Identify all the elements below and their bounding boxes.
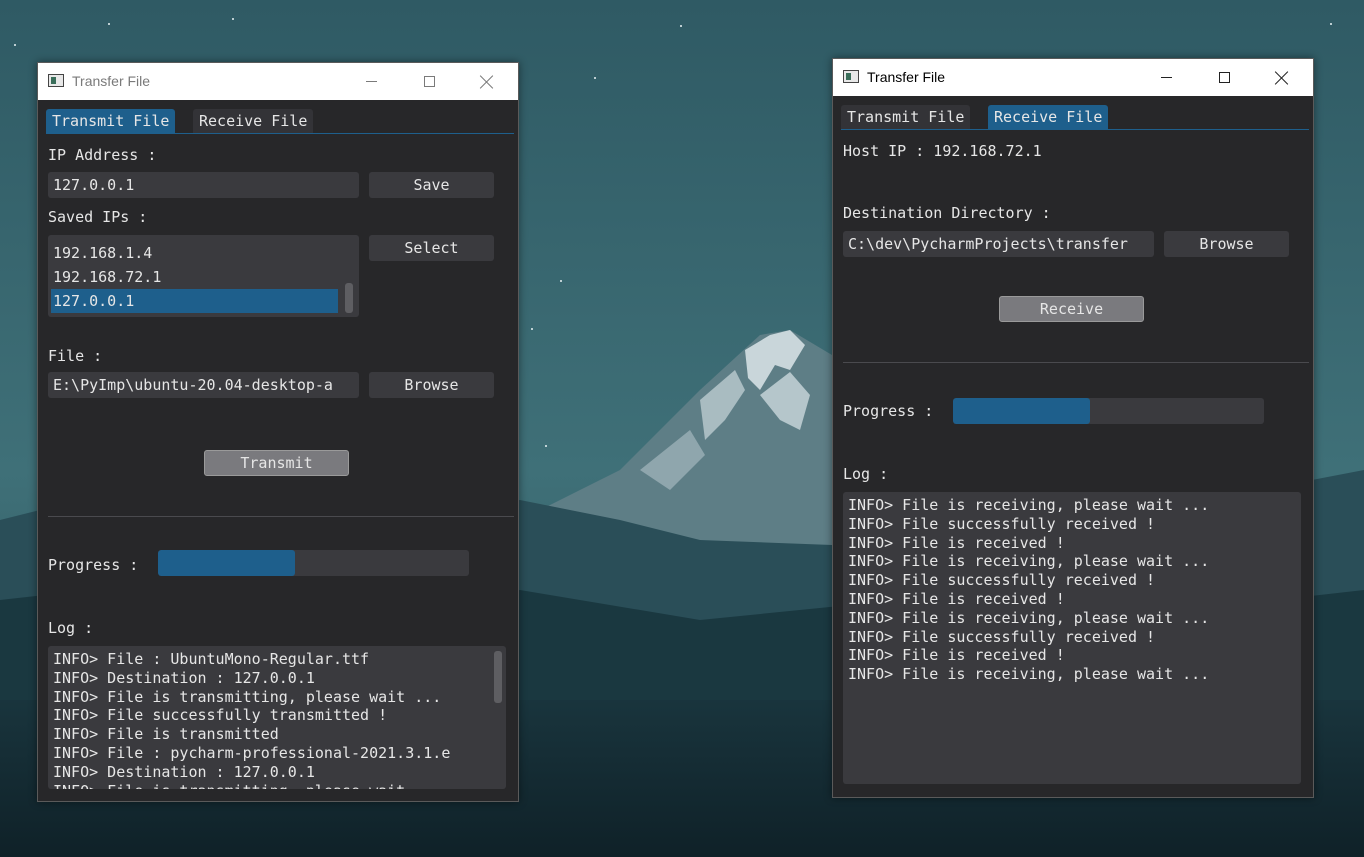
tab-receive-file[interactable]: Receive File: [193, 109, 314, 133]
destination-directory-label: Destination Directory :: [843, 204, 1051, 222]
progress-fill: [953, 398, 1090, 424]
list-item-selected[interactable]: 127.0.0.1: [51, 289, 338, 313]
file-path-input[interactable]: E:\PyImp\ubuntu-20.04-desktop-a: [48, 372, 359, 398]
maximize-button[interactable]: [400, 63, 458, 100]
log-line: INFO> File is transmitting, please wait …: [53, 687, 442, 706]
star: [680, 25, 682, 27]
separator: [843, 362, 1309, 363]
transmit-window: Transfer File Transmit File Receive File…: [37, 62, 519, 802]
log-line: INFO> File : pycharm-professional-2021.3…: [53, 743, 451, 762]
star: [232, 18, 234, 20]
log-line: INFO> File successfully received !: [848, 627, 1156, 646]
log-line: INFO> File is receiving, please wait ...: [848, 608, 1210, 627]
log-line: INFO> File successfully transmitted !: [53, 706, 388, 725]
progress-label: Progress :: [843, 402, 934, 420]
saved-ips-list[interactable]: 192.168.1.4 192.168.72.1 127.0.0.1: [48, 235, 359, 317]
progress-bar: [158, 550, 469, 576]
list-scrollbar[interactable]: [345, 283, 353, 313]
ip-address-label: IP Address :: [48, 146, 157, 164]
host-ip-text: Host IP : 192.168.72.1: [843, 142, 1042, 160]
log-line: INFO> File successfully received !: [848, 514, 1156, 533]
list-item[interactable]: 192.168.72.1: [51, 265, 338, 289]
log-label: Log :: [48, 619, 94, 637]
log-line: INFO> File is receiving, please wait ...: [848, 665, 1210, 684]
window-content: Transmit File Receive File Host IP : 192…: [833, 96, 1313, 797]
log-line: INFO> Destination : 127.0.0.1: [53, 668, 315, 687]
receive-button[interactable]: Receive: [999, 296, 1144, 322]
window-title: Transfer File: [72, 73, 151, 89]
log-output[interactable]: INFO> File is receiving, please wait ...…: [843, 492, 1301, 784]
star: [1330, 23, 1332, 25]
log-output[interactable]: INFO> File : UbuntuMono-Regular.ttf INFO>…: [48, 646, 506, 789]
log-label: Log :: [843, 465, 889, 483]
browse-button[interactable]: Browse: [369, 372, 494, 398]
log-scrollbar[interactable]: [494, 651, 502, 703]
log-line: INFO> File : UbuntuMono-Regular.ttf: [53, 650, 370, 668]
progress-bar: [953, 398, 1264, 424]
log-lines: INFO> File is receiving, please wait ...…: [848, 496, 1296, 684]
log-line: INFO> File successfully received !: [848, 571, 1156, 590]
tab-receive-file[interactable]: Receive File: [988, 105, 1109, 129]
destination-directory-input[interactable]: C:\dev\PycharmProjects\transfer: [843, 231, 1154, 257]
tab-underline: [46, 133, 514, 134]
minimize-button[interactable]: [1137, 59, 1195, 96]
log-line: INFO> File is receiving, please wait ...: [848, 552, 1210, 571]
log-line: INFO> File is received !: [848, 533, 1065, 552]
maximize-icon: [423, 76, 435, 87]
progress-fill: [158, 550, 295, 576]
select-button[interactable]: Select: [369, 235, 494, 261]
close-icon: [1275, 71, 1289, 85]
maximize-icon: [1218, 72, 1230, 83]
log-line: INFO> File is received !: [848, 646, 1065, 665]
app-icon: [843, 70, 859, 83]
progress-label: Progress :: [48, 556, 139, 574]
star: [560, 280, 562, 282]
save-button[interactable]: Save: [369, 172, 494, 198]
browse-button[interactable]: Browse: [1164, 231, 1289, 257]
close-icon: [480, 75, 494, 89]
ip-address-input[interactable]: 127.0.0.1: [48, 172, 359, 198]
minimize-icon: [1160, 77, 1172, 78]
saved-ips-label: Saved IPs :: [48, 208, 148, 226]
star: [108, 23, 110, 25]
star: [545, 445, 547, 447]
minimize-icon: [365, 81, 377, 82]
window-title: Transfer File: [867, 69, 946, 85]
tab-transmit-file[interactable]: Transmit File: [841, 105, 971, 129]
transmit-button[interactable]: Transmit: [204, 450, 349, 476]
star: [531, 328, 533, 330]
log-lines: INFO> File : UbuntuMono-Regular.ttf INFO>…: [53, 650, 491, 789]
app-icon: [48, 74, 64, 87]
separator: [48, 516, 514, 517]
title-bar[interactable]: Transfer File: [833, 59, 1313, 96]
maximize-button[interactable]: [1195, 59, 1253, 96]
star: [594, 77, 596, 79]
tab-transmit-file[interactable]: Transmit File: [46, 109, 176, 133]
receive-window: Transfer File Transmit File Receive File…: [832, 58, 1314, 798]
list-item[interactable]: 192.168.1.4: [51, 241, 338, 265]
log-line: INFO> File is transmitted: [53, 725, 279, 744]
log-line: INFO> File is transmitting, please wait …: [53, 782, 491, 789]
file-label: File :: [48, 347, 103, 365]
log-line: INFO> File is receiving, please wait ...: [848, 496, 1210, 514]
log-line: INFO> File is received !: [848, 589, 1065, 608]
close-button[interactable]: [458, 63, 516, 100]
minimize-button[interactable]: [342, 63, 400, 100]
window-content: Transmit File Receive File IP Address : …: [38, 100, 518, 801]
log-line: INFO> Destination : 127.0.0.1: [53, 762, 315, 781]
tab-underline: [841, 129, 1309, 130]
star: [14, 44, 16, 46]
title-bar[interactable]: Transfer File: [38, 63, 518, 100]
close-button[interactable]: [1253, 59, 1311, 96]
